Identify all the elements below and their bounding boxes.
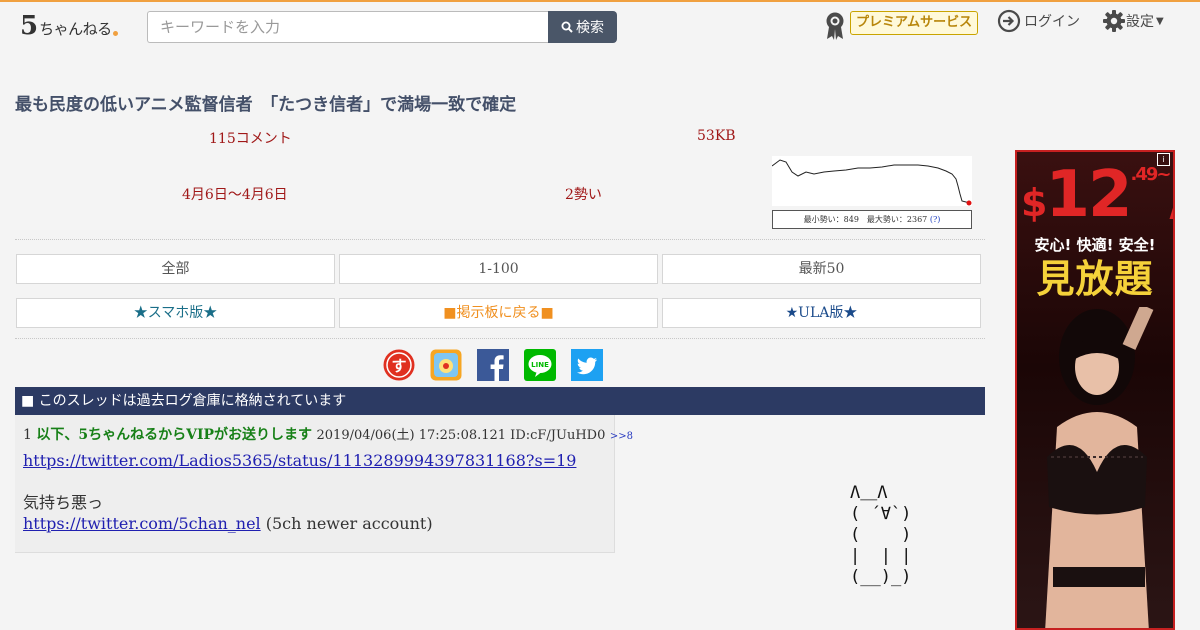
- post-1: 1 以下、5ちゃんねるからVIPがお送りします 2019/04/06(土) 17…: [15, 415, 633, 553]
- svg-text:す: す: [391, 357, 406, 375]
- search-button-label: 検索: [576, 20, 604, 36]
- settings-menu[interactable]: 設定 ▼: [1102, 9, 1164, 33]
- post-body: https://twitter.com/Ladios5365/status/11…: [23, 450, 576, 534]
- login-icon: [997, 9, 1021, 33]
- nav-1-100-button[interactable]: 1-100: [339, 254, 658, 284]
- momentum-graph: [772, 156, 972, 206]
- archive-notice: ■ このスレッドは過去ログ倉庫に格納されています: [15, 387, 985, 415]
- caret-down-icon: ▼: [1156, 15, 1164, 27]
- post-reply-link[interactable]: >>8: [610, 431, 633, 442]
- ad-headline: 見放題: [1036, 257, 1154, 301]
- nav-ula-button[interactable]: ★ULA版★: [662, 298, 981, 328]
- ad-currency: $: [1021, 181, 1047, 225]
- thread-title: 最も民度の低いアニメ監督信者 「たつき信者」で満場一致で確定: [15, 95, 517, 115]
- nav-smartphone-button[interactable]: ★スマホ版★: [16, 298, 335, 328]
- post-date: 2019/04/06(土) 17:25:08.121 ID:cF/JUuHD0: [316, 428, 606, 443]
- logo-dot: [112, 31, 118, 36]
- post-number: 1: [23, 427, 32, 443]
- ad-tagline: 安心! 快適! 安全!: [1034, 236, 1156, 254]
- thread-period: 4月6日〜4月6日: [182, 187, 288, 203]
- post-text: 気持ち悪っ: [23, 493, 104, 512]
- ad-price-amount: 12: [1045, 158, 1132, 232]
- ad-banner[interactable]: i $12.49~/月 安心! 快適! 安全! 見放題: [1015, 150, 1175, 630]
- twitter-icon[interactable]: [571, 349, 603, 381]
- login-button[interactable]: ログイン: [997, 9, 1080, 33]
- award-icon: [826, 12, 844, 40]
- divider: [15, 239, 985, 240]
- ad-price-decimal: .49~: [1130, 164, 1172, 185]
- bookmark-icon[interactable]: [430, 349, 462, 381]
- sukima-icon[interactable]: す: [383, 349, 415, 381]
- graph-caption: 最小勢い：849 最大勢い：2367 (?): [772, 210, 972, 229]
- post-link-2-note: (5ch newer account): [260, 514, 433, 533]
- search-input[interactable]: [147, 11, 548, 43]
- search-button[interactable]: 検索: [548, 11, 617, 43]
- post-link-1[interactable]: https://twitter.com/Ladios5365/status/11…: [23, 451, 576, 470]
- graph-help-link[interactable]: (?): [930, 215, 941, 224]
- post-author: 以下、5ちゃんねるからVIPがお送りします: [36, 427, 313, 443]
- ad-price: $12.49~/月: [1021, 158, 1173, 240]
- nav-latest50-button[interactable]: 最新50: [662, 254, 981, 284]
- nav-back-to-board-button[interactable]: ■掲示板に戻る■: [339, 298, 658, 328]
- search-icon: [561, 21, 573, 33]
- ad-model-image: [1045, 307, 1154, 628]
- divider: [15, 338, 985, 339]
- facebook-icon[interactable]: [477, 349, 509, 381]
- premium-service-button[interactable]: プレミアムサービス: [850, 11, 979, 35]
- logo-number: 5: [20, 11, 39, 41]
- comment-count: 115コメント: [209, 131, 292, 147]
- login-label: ログイン: [1024, 14, 1080, 30]
- settings-label: 設定: [1126, 14, 1154, 30]
- ascii-art: Λ＿Λ ( ´∀`) ( ) | | | (__)_): [850, 483, 912, 587]
- site-logo[interactable]: 5 ちゃんねる: [20, 10, 118, 40]
- thread-size: 53KB: [697, 128, 736, 144]
- ad-price-unit: /月: [1169, 186, 1173, 224]
- thread-momentum: 2勢い: [565, 187, 602, 203]
- line-icon[interactable]: LINE: [524, 349, 556, 381]
- nav-all-button[interactable]: 全部: [16, 254, 335, 284]
- graph-caption-text: 最小勢い：849 最大勢い：2367: [803, 215, 928, 224]
- gear-icon: [1103, 10, 1125, 32]
- logo-text: ちゃんねる: [39, 20, 112, 38]
- post-header: 1 以下、5ちゃんねるからVIPがお送りします 2019/04/06(土) 17…: [23, 424, 633, 444]
- svg-text:LINE: LINE: [531, 361, 549, 369]
- post-link-2[interactable]: https://twitter.com/5chan_nel: [23, 514, 261, 533]
